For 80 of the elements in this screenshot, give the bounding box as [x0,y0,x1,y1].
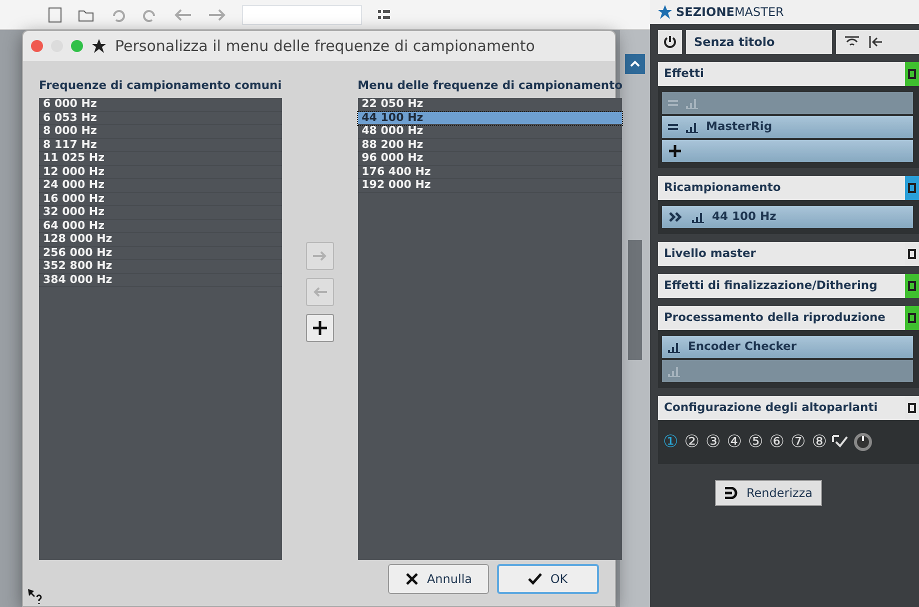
speaker-button[interactable]: ⑤ [747,434,764,450]
level-bars-icon [686,121,698,133]
resample-dropdown[interactable]: 44 100 Hz [662,206,913,228]
speaker-button[interactable]: ② [683,434,700,450]
star-icon [91,38,107,54]
list-item[interactable]: 128 000 Hz [39,233,282,247]
section-title: Livello master [664,245,756,262]
new-document-icon[interactable] [48,6,62,22]
list-item[interactable]: 44 100 Hz [358,112,622,126]
cancel-button[interactable]: Annulla [388,564,489,594]
render-button[interactable]: Renderizza [715,480,822,506]
folder-icon[interactable] [78,8,94,22]
speaker-button[interactable]: ① [662,434,680,450]
list-item[interactable]: 16 000 Hz [39,192,282,206]
render-icon [724,487,738,499]
speaker-button[interactable]: ⑦ [790,434,807,450]
section-title: Ricampionamento [664,179,781,196]
level-bars-icon [686,97,698,109]
check-icon [528,572,542,586]
list-heading: Frequenze di campionamento comuni [39,77,282,94]
section-indicator[interactable] [905,274,919,298]
list-item[interactable]: 8 117 Hz [39,138,282,152]
list-item[interactable]: 384 000 Hz [39,274,282,288]
slot-label: Encoder Checker [688,338,798,356]
drag-handle-icon [668,99,678,107]
import-icon[interactable] [868,35,884,49]
plus-icon [668,144,682,158]
list-item[interactable]: 192 000 Hz [358,179,622,193]
slot-label: 44 100 Hz [712,208,778,226]
star-icon [658,5,672,19]
preset-name-field[interactable]: Senza titolo [686,30,832,54]
list-item[interactable]: 64 000 Hz [39,220,282,234]
speaker-button[interactable]: ⑥ [768,434,786,450]
speaker-button[interactable]: ⑧ [810,434,828,450]
power-icon [663,35,677,49]
dropdown-field[interactable] [242,4,362,24]
slot-label: MasterRig [706,118,774,136]
x-icon [404,572,419,586]
effect-slot[interactable]: Encoder Checker [662,336,913,358]
level-bars-icon [668,341,680,353]
list-item[interactable]: 11 025 Hz [39,152,282,166]
list-item[interactable]: 12 000 Hz [39,166,282,180]
level-bars-icon [668,365,680,377]
list-item[interactable]: 88 200 Hz [358,138,622,152]
checkbox-check-icon[interactable] [832,435,848,449]
drag-handle-icon [668,123,678,131]
list-item[interactable]: 32 000 Hz [39,206,282,220]
list-item[interactable]: 176 400 Hz [358,166,622,180]
panel-title: SEZIONEMASTER [676,4,784,21]
list-item[interactable]: 48 000 Hz [358,125,622,139]
section-title: Configurazione degli altoparlanti [664,399,878,416]
section-indicator[interactable] [905,306,919,330]
list-item[interactable]: 96 000 Hz [358,152,622,166]
help-cursor-icon[interactable] [27,588,43,604]
list-item[interactable]: 6 053 Hz [39,112,282,126]
effect-slot[interactable]: MasterRig [662,116,913,138]
scroll-up-icon[interactable] [625,54,645,74]
section-indicator[interactable] [905,176,919,200]
add-button[interactable] [306,314,334,342]
speaker-button[interactable]: ④ [726,434,743,450]
list-icon[interactable] [378,8,390,20]
level-bars-icon [692,211,704,223]
power-button[interactable] [658,30,682,54]
list-item[interactable]: 256 000 Hz [39,246,282,260]
dialog-title: Personalizza il menu delle frequenze di campionamento [115,36,535,57]
ok-button[interactable]: OK [497,564,599,594]
list-item[interactable]: 352 800 Hz [39,260,282,274]
list-item[interactable]: 24 000 Hz [39,179,282,193]
chevron-icon [668,211,684,223]
speaker-button[interactable]: ③ [704,434,722,450]
section-title: Effetti [664,65,704,82]
section-indicator[interactable] [905,62,919,86]
close-button[interactable] [31,40,43,52]
list-item[interactable]: 6 000 Hz [39,98,282,112]
section-title: Processamento della riproduzione [664,309,886,326]
scrollbar[interactable] [628,240,642,360]
section-title: Effetti di finalizzazione/Dithering [664,277,878,294]
list-item[interactable]: 8 000 Hz [39,125,282,139]
knob-icon[interactable] [852,431,874,453]
list-heading: Menu delle frequenze di campionamento [358,77,622,94]
